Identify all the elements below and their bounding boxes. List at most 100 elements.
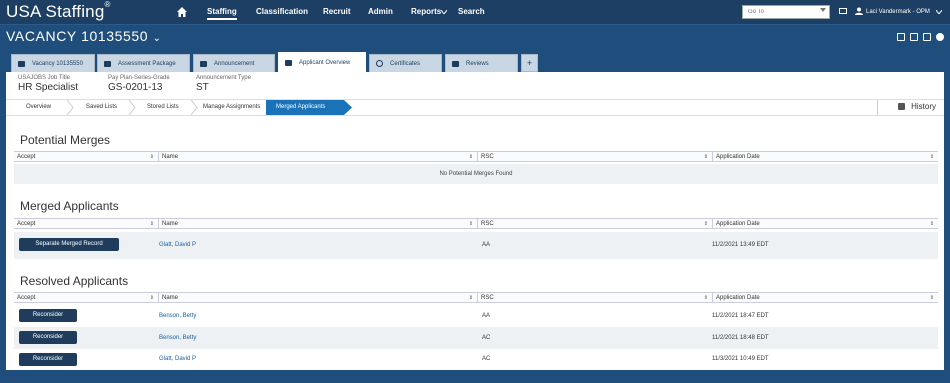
crumb-saved-lists[interactable]: Saved Lists — [86, 100, 117, 115]
col-label: Accept — [17, 154, 36, 160]
sort-icon: ⇕ — [929, 221, 934, 227]
col-label: RSC — [481, 154, 494, 160]
col-name[interactable]: Name ⇕ — [159, 219, 478, 229]
crumb-overview[interactable]: Overview — [26, 100, 51, 115]
table-row: Separate Merged Record Glatt, David P AA… — [14, 232, 938, 259]
package-icon — [104, 60, 111, 67]
col-application-date[interactable]: Application Date ⇕ — [713, 152, 938, 162]
mail-icon[interactable] — [839, 8, 847, 14]
sort-icon: ⇕ — [149, 154, 154, 160]
vacancy-title[interactable]: VACANCY 10135550 ⌄ — [6, 28, 162, 44]
col-label: Application Date — [716, 295, 760, 301]
nav-recruit[interactable]: Recruit — [323, 7, 351, 16]
goto-input[interactable] — [742, 5, 830, 19]
add-tab-button[interactable]: + — [521, 54, 538, 72]
home-icon[interactable] — [177, 7, 187, 17]
job-title-value: HR Specialist — [18, 82, 79, 93]
col-rsc[interactable]: RSC ⇕ — [478, 219, 713, 229]
goto-dropdown-icon[interactable] — [820, 8, 826, 12]
tab-applicant-overview[interactable]: Applicant Overview — [278, 52, 366, 73]
applicant-name-link[interactable]: Glatt, David P — [159, 232, 196, 259]
megaphone-icon — [200, 60, 207, 67]
tab-certificates[interactable]: Certificates — [369, 54, 442, 72]
help-icon[interactable] — [936, 33, 944, 41]
reconsider-button[interactable]: Reconsider — [19, 331, 77, 344]
nav-classification[interactable]: Classification — [256, 7, 308, 16]
history-label: History — [911, 102, 936, 111]
col-label: Accept — [17, 295, 36, 301]
col-label: RSC — [481, 221, 494, 227]
application-date-value: 11/2/2021 18:47 EDT — [712, 313, 769, 319]
crumb-manage-assignments[interactable]: Manage Assignments — [203, 100, 260, 115]
breadcrumb: Overview Saved Lists Stored Lists Manage… — [6, 99, 944, 116]
application-date-value: 11/2/2021 18:48 EDT — [712, 335, 769, 341]
separate-merged-record-button[interactable]: Separate Merged Record — [19, 238, 119, 251]
col-rsc[interactable]: RSC ⇕ — [478, 152, 713, 162]
nav-search[interactable]: Search — [458, 7, 485, 16]
table-row: Reconsider Benson, Betty AC 11/2/2021 18… — [14, 327, 938, 349]
tab-announcement[interactable]: Announcement — [193, 54, 275, 72]
rsc-value: AA — [482, 242, 491, 248]
table-row: Reconsider Benson, Betty AA 11/2/2021 18… — [14, 305, 938, 327]
application-date-value: 11/2/2021 13:49 EDT — [712, 242, 769, 248]
sort-icon: ⇕ — [703, 221, 708, 227]
tab-label: Assessment Package — [118, 60, 176, 67]
sort-icon: ⇕ — [703, 295, 708, 301]
nav-staffing[interactable]: Staffing — [207, 7, 237, 20]
vacancy-tabs: Vacancy 10135550 Assessment Package Anno… — [0, 52, 950, 73]
sort-icon: ⇕ — [468, 295, 473, 301]
crumb-stored-lists[interactable]: Stored Lists — [147, 100, 179, 115]
tab-label: Certificates — [390, 60, 421, 67]
col-label: Name — [162, 154, 179, 160]
check-circle-icon — [376, 60, 383, 67]
nav-admin[interactable]: Admin — [368, 7, 393, 16]
sort-icon: ⇕ — [149, 295, 154, 301]
thumbs-up-icon — [452, 60, 459, 67]
edit-icon[interactable] — [897, 33, 905, 41]
merged-applicants-title: Merged Applicants — [20, 199, 119, 213]
resolved-applicants-title: Resolved Applicants — [20, 274, 129, 288]
reconsider-button[interactable]: Reconsider — [19, 353, 77, 366]
merged-applicants-header: Accept ⇕ Name ⇕ RSC ⇕ Application Date ⇕ — [14, 218, 938, 229]
tab-label: Applicant Overview — [299, 60, 351, 66]
col-label: Application Date — [716, 154, 760, 160]
comment-icon[interactable] — [923, 33, 931, 41]
col-name[interactable]: Name ⇕ — [159, 293, 478, 303]
user-icon — [855, 7, 863, 15]
col-accept[interactable]: Accept ⇕ — [14, 219, 159, 229]
user-menu-chevron-icon[interactable] — [936, 10, 942, 14]
crumb-merged-applicants[interactable]: Merged Applicants — [266, 100, 344, 115]
rsc-value: AA — [482, 313, 491, 319]
tab-vacancy[interactable]: Vacancy 10135550 — [11, 54, 95, 72]
vacancy-title-text: VACANCY 10135550 — [6, 28, 149, 44]
top-nav-bar: USA Staffing® Staffing Classification Re… — [0, 0, 950, 25]
tab-reviews[interactable]: Reviews — [445, 54, 518, 72]
history-icon — [898, 103, 906, 110]
col-label: Name — [162, 221, 179, 227]
applicant-name-link[interactable]: Benson, Betty — [159, 327, 196, 349]
col-application-date[interactable]: Application Date ⇕ — [713, 219, 938, 229]
tab-assessment-package[interactable]: Assessment Package — [97, 54, 190, 72]
sort-icon: ⇕ — [703, 154, 708, 160]
tab-label: Vacancy 10135550 — [32, 60, 83, 67]
col-rsc[interactable]: RSC ⇕ — [478, 293, 713, 303]
folder-icon[interactable] — [910, 33, 918, 41]
reconsider-button[interactable]: Reconsider — [19, 309, 77, 322]
potential-merges-title: Potential Merges — [20, 133, 111, 147]
col-accept[interactable]: Accept ⇕ — [14, 152, 159, 162]
col-name[interactable]: Name ⇕ — [159, 152, 478, 162]
app-logo[interactable]: USA Staffing® — [6, 0, 111, 22]
applicant-name-link[interactable]: Benson, Betty — [159, 305, 196, 327]
sort-icon: ⇕ — [929, 295, 934, 301]
crumb-separator — [66, 100, 74, 115]
crumb-active-arrow — [344, 100, 352, 115]
history-button[interactable]: History — [898, 102, 936, 111]
applicant-name-link[interactable]: Glatt, David P — [159, 349, 196, 370]
nav-reports[interactable]: Reports — [411, 7, 441, 16]
sort-icon: ⇕ — [468, 154, 473, 160]
col-application-date[interactable]: Application Date ⇕ — [713, 293, 938, 303]
user-name[interactable]: Laci Vandermark - OPM — [866, 9, 930, 15]
col-accept[interactable]: Accept ⇕ — [14, 293, 159, 303]
job-title-label: USAJOBS Job Title — [18, 75, 71, 81]
tab-label: Announcement — [214, 60, 255, 67]
